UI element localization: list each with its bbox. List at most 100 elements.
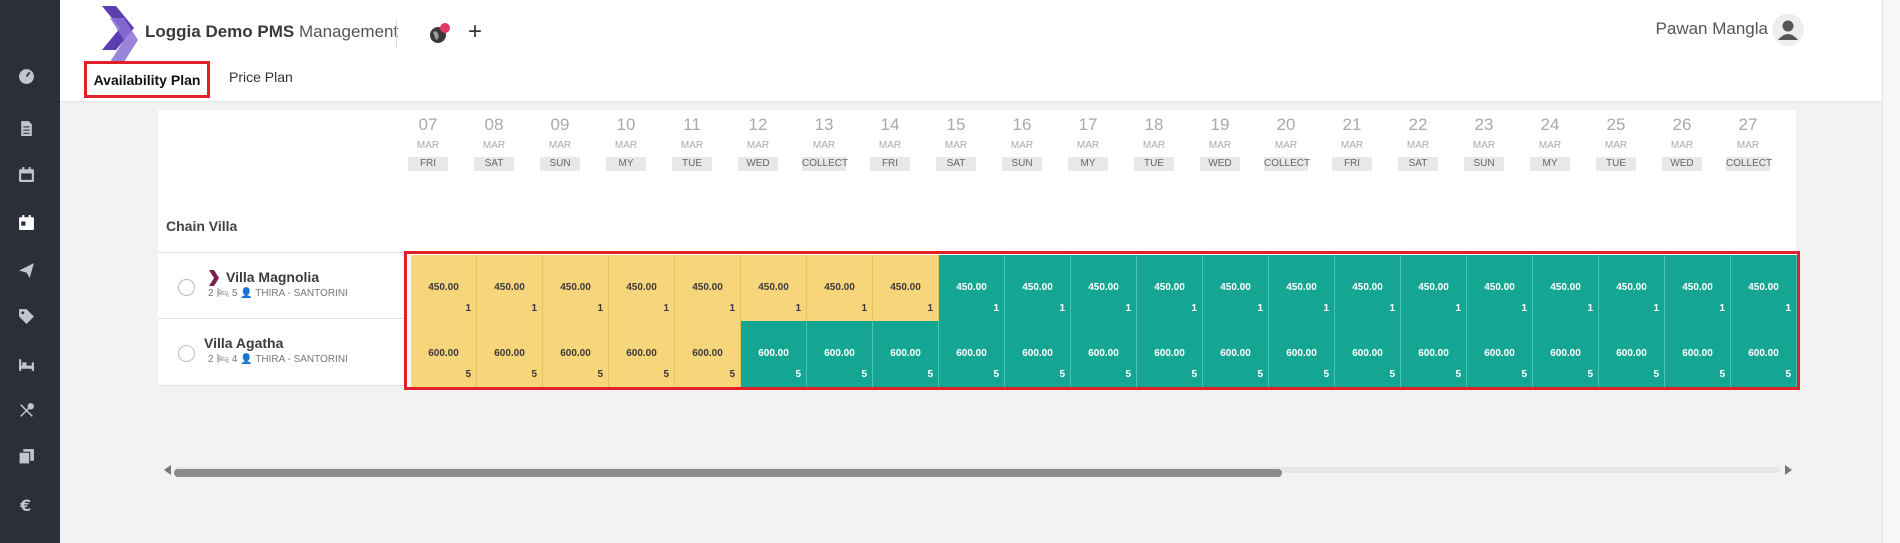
cell-availability: 1	[1125, 303, 1131, 314]
availability-cell[interactable]: 600.00 5	[1401, 321, 1467, 387]
paper-plane-icon[interactable]	[16, 260, 36, 280]
scroll-left-arrow[interactable]	[164, 465, 171, 475]
tools-icon[interactable]	[16, 400, 36, 420]
availability-cell[interactable]: 450.00 1	[543, 255, 609, 321]
availability-cell[interactable]: 600.00 5	[477, 321, 543, 387]
room-select-radio[interactable]	[178, 279, 195, 296]
availability-cell[interactable]: 600.00 5	[543, 321, 609, 387]
availability-cell[interactable]: 600.00 5	[1269, 321, 1335, 387]
date-column[interactable]: 07 MAR FRI	[395, 114, 461, 171]
availability-cell[interactable]: 450.00 1	[741, 255, 807, 321]
user-name[interactable]: Pawan Mangla	[1656, 19, 1768, 39]
date-column[interactable]: 21 MAR FRI	[1319, 114, 1385, 171]
date-column[interactable]: 19 MAR WED	[1187, 114, 1253, 171]
tab-availability-plan[interactable]: Availability Plan	[84, 61, 210, 98]
scroll-thumb[interactable]	[174, 469, 1282, 477]
availability-cell[interactable]: 600.00 5	[1599, 321, 1665, 387]
availability-cell[interactable]: 450.00 1	[1533, 255, 1599, 321]
availability-cell[interactable]: 450.00 1	[1401, 255, 1467, 321]
availability-cell[interactable]: 600.00 5	[1665, 321, 1731, 387]
cell-availability: 5	[1125, 369, 1131, 380]
availability-cell[interactable]: 450.00 1	[1137, 255, 1203, 321]
date-column[interactable]: 25 MAR TUE	[1583, 114, 1649, 171]
availability-cell[interactable]: 450.00 1	[1467, 255, 1533, 321]
cell-price: 600.00	[1484, 348, 1515, 359]
availability-cell[interactable]: 450.00 1	[675, 255, 741, 321]
date-column[interactable]: 10 MAR MY	[593, 114, 659, 171]
date-column[interactable]: 08 MAR SAT	[461, 114, 527, 171]
availability-cell[interactable]: 600.00 5	[939, 321, 1005, 387]
availability-cell[interactable]: 600.00 5	[1335, 321, 1401, 387]
date-column[interactable]: 16 MAR SUN	[989, 114, 1055, 171]
globe-notification-icon[interactable]	[428, 22, 452, 46]
availability-cell[interactable]: 600.00 5	[1731, 321, 1797, 387]
room-select-radio[interactable]	[178, 345, 195, 362]
date-column[interactable]: 26 MAR WED	[1649, 114, 1715, 171]
availability-cell[interactable]: 600.00 5	[411, 321, 477, 387]
date-column[interactable]: 24 MAR MY	[1517, 114, 1583, 171]
date-day: 17	[1078, 115, 1098, 134]
date-column[interactable]: 12 MAR WED	[725, 114, 791, 171]
date-column[interactable]: 13 MAR COLLECT	[791, 114, 857, 171]
availability-cell[interactable]: 450.00 1	[1335, 255, 1401, 321]
availability-cell[interactable]: 600.00 5	[741, 321, 807, 387]
date-column[interactable]: 14 MAR FRI	[857, 114, 923, 171]
horizontal-scrollbar[interactable]	[164, 464, 1792, 477]
availability-cell[interactable]: 450.00 1	[1005, 255, 1071, 321]
date-column[interactable]: 20 MAR COLLECT	[1253, 114, 1319, 171]
availability-cell[interactable]: 600.00 5	[1071, 321, 1137, 387]
user-avatar-icon[interactable]	[1772, 14, 1804, 46]
app-logo-icon[interactable]	[100, 6, 138, 62]
availability-cell[interactable]: 600.00 5	[807, 321, 873, 387]
calendar-active-icon[interactable]	[16, 212, 36, 232]
bed-icon[interactable]	[16, 354, 36, 374]
availability-cell[interactable]: 600.00 5	[873, 321, 939, 387]
date-column[interactable]: 23 MAR SUN	[1451, 114, 1517, 171]
availability-cell[interactable]: 450.00 1	[411, 255, 477, 321]
date-month: MAR	[416, 140, 440, 151]
calendar-icon[interactable]	[16, 164, 36, 184]
availability-cell[interactable]: 450.00 1	[1071, 255, 1137, 321]
window-vertical-scrollbar[interactable]	[1882, 0, 1900, 543]
cell-availability: 1	[1455, 303, 1461, 314]
room-name[interactable]: Villa Magnolia	[226, 269, 319, 285]
availability-cell[interactable]: 600.00 5	[1005, 321, 1071, 387]
availability-cell[interactable]: 450.00 1	[1665, 255, 1731, 321]
document-icon[interactable]	[16, 118, 36, 138]
person-icon: 👤	[240, 354, 253, 365]
availability-cell[interactable]: 450.00 1	[1599, 255, 1665, 321]
availability-cell[interactable]: 450.00 1	[609, 255, 675, 321]
availability-cell[interactable]: 600.00 5	[1533, 321, 1599, 387]
availability-cell[interactable]: 450.00 1	[1731, 255, 1797, 321]
availability-cell[interactable]: 600.00 5	[1137, 321, 1203, 387]
scroll-track[interactable]	[174, 467, 1780, 477]
availability-cell[interactable]: 450.00 1	[1269, 255, 1335, 321]
availability-cell[interactable]: 600.00 5	[609, 321, 675, 387]
availability-cell[interactable]: 450.00 1	[807, 255, 873, 321]
date-column[interactable]: 11 MAR TUE	[659, 114, 725, 171]
date-column[interactable]: 27 MAR COLLECT	[1715, 114, 1781, 171]
euro-icon[interactable]: €	[16, 494, 36, 514]
tag-icon[interactable]	[16, 306, 36, 326]
availability-cell[interactable]: 450.00 1	[1203, 255, 1269, 321]
availability-cell[interactable]: 600.00 5	[1203, 321, 1269, 387]
availability-cell[interactable]: 450.00 1	[939, 255, 1005, 321]
date-column[interactable]: 18 MAR TUE	[1121, 114, 1187, 171]
cell-availability: 5	[1455, 369, 1461, 380]
date-column[interactable]: 15 MAR SAT	[923, 114, 989, 171]
availability-cell[interactable]: 600.00 5	[675, 321, 741, 387]
scroll-right-arrow[interactable]	[1785, 465, 1792, 475]
date-column[interactable]: 09 MAR SUN	[527, 114, 593, 171]
date-column[interactable]: 17 MAR MY	[1055, 114, 1121, 171]
cell-availability: 1	[993, 303, 999, 314]
availability-cell[interactable]: 450.00 1	[873, 255, 939, 321]
room-name[interactable]: Villa Agatha	[204, 335, 283, 351]
cell-availability: 1	[795, 303, 801, 314]
dashboard-gauge-icon[interactable]	[16, 66, 36, 86]
tab-price-plan[interactable]: Price Plan	[229, 69, 293, 85]
add-button[interactable]: +	[468, 20, 482, 44]
availability-cell[interactable]: 450.00 1	[477, 255, 543, 321]
copy-icon[interactable]	[16, 446, 36, 466]
availability-cell[interactable]: 600.00 5	[1467, 321, 1533, 387]
date-column[interactable]: 22 MAR SAT	[1385, 114, 1451, 171]
